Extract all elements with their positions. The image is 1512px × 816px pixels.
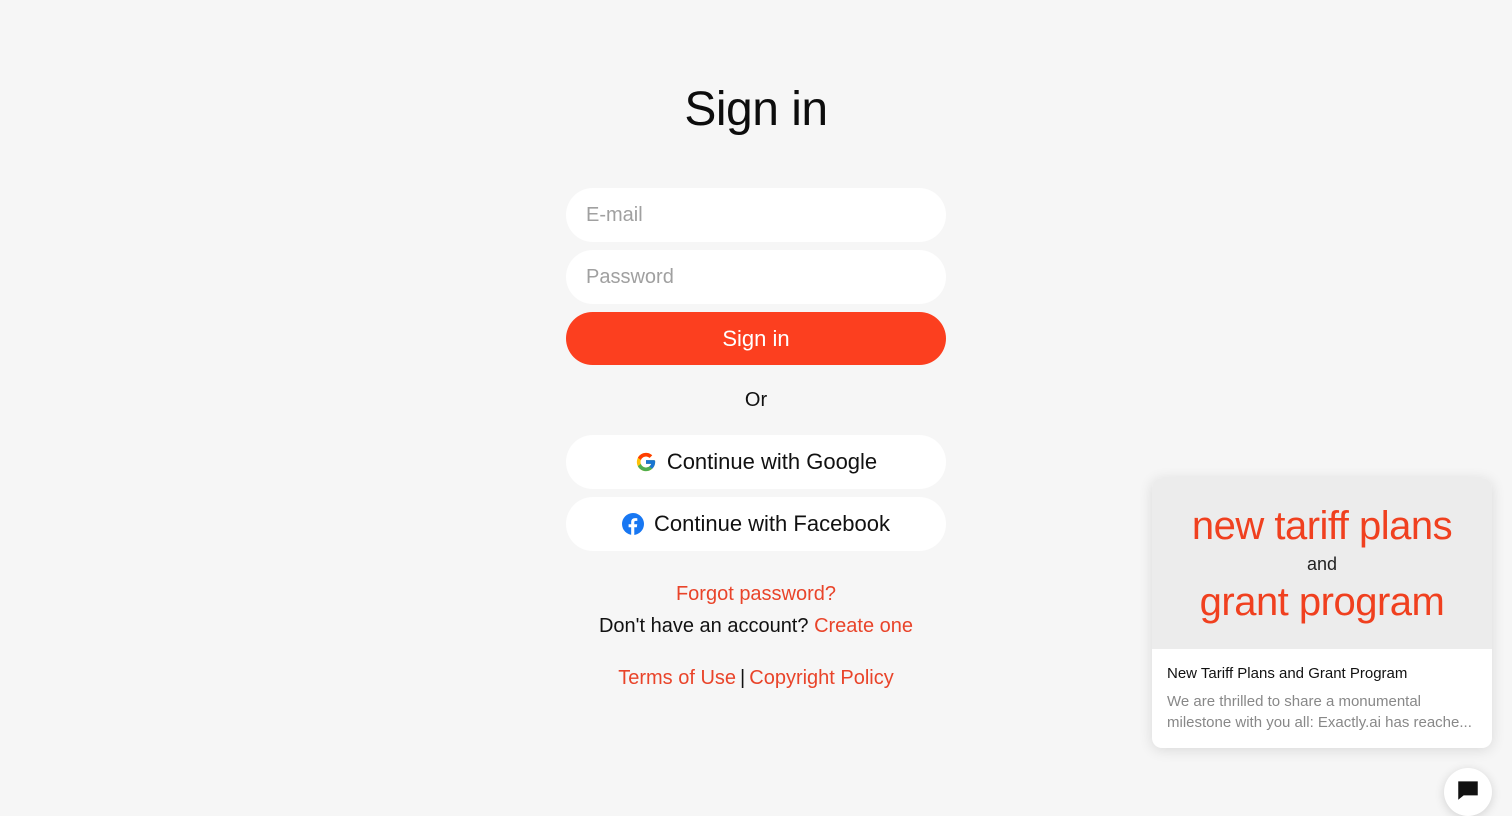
google-button-label: Continue with Google (666, 449, 878, 474)
email-input[interactable] (566, 188, 946, 242)
forgot-password-link[interactable]: Forgot password? (676, 583, 836, 605)
page-title: Sign in (684, 83, 828, 136)
promo-banner-line-3: grant program (1199, 580, 1445, 624)
or-divider: Or (744, 389, 768, 411)
password-input[interactable] (566, 250, 946, 304)
facebook-button-label: Continue with Facebook (653, 511, 891, 536)
create-account-link[interactable]: Create one (814, 615, 913, 637)
sign-in-button[interactable]: Sign in (566, 312, 946, 365)
sign-in-form: Sign in Or Continue with Google Continue… (566, 188, 946, 551)
terms-of-use-link[interactable]: Terms of Use (618, 667, 736, 689)
promo-banner: new tariff plans and grant program (1152, 478, 1492, 649)
chat-button[interactable] (1444, 768, 1492, 816)
google-g-icon (635, 451, 657, 473)
chat-bubble-icon (1455, 777, 1481, 808)
promo-banner-line-1: new tariff plans (1191, 504, 1453, 548)
copyright-policy-link[interactable]: Copyright Policy (749, 667, 894, 689)
facebook-icon (621, 513, 644, 535)
links-separator: | (740, 667, 746, 689)
continue-with-facebook-button[interactable]: Continue with Facebook (566, 497, 946, 551)
promo-title: New Tariff Plans and Grant Program (1167, 665, 1408, 682)
promo-card[interactable]: new tariff plans and grant program New T… (1152, 478, 1492, 748)
promo-banner-line-2: and (1306, 554, 1338, 574)
no-account-prompt: Don't have an account? (598, 615, 809, 637)
promo-text: We are thrilled to share a monumental mi… (1167, 693, 1472, 731)
continue-with-google-button[interactable]: Continue with Google (566, 435, 946, 489)
